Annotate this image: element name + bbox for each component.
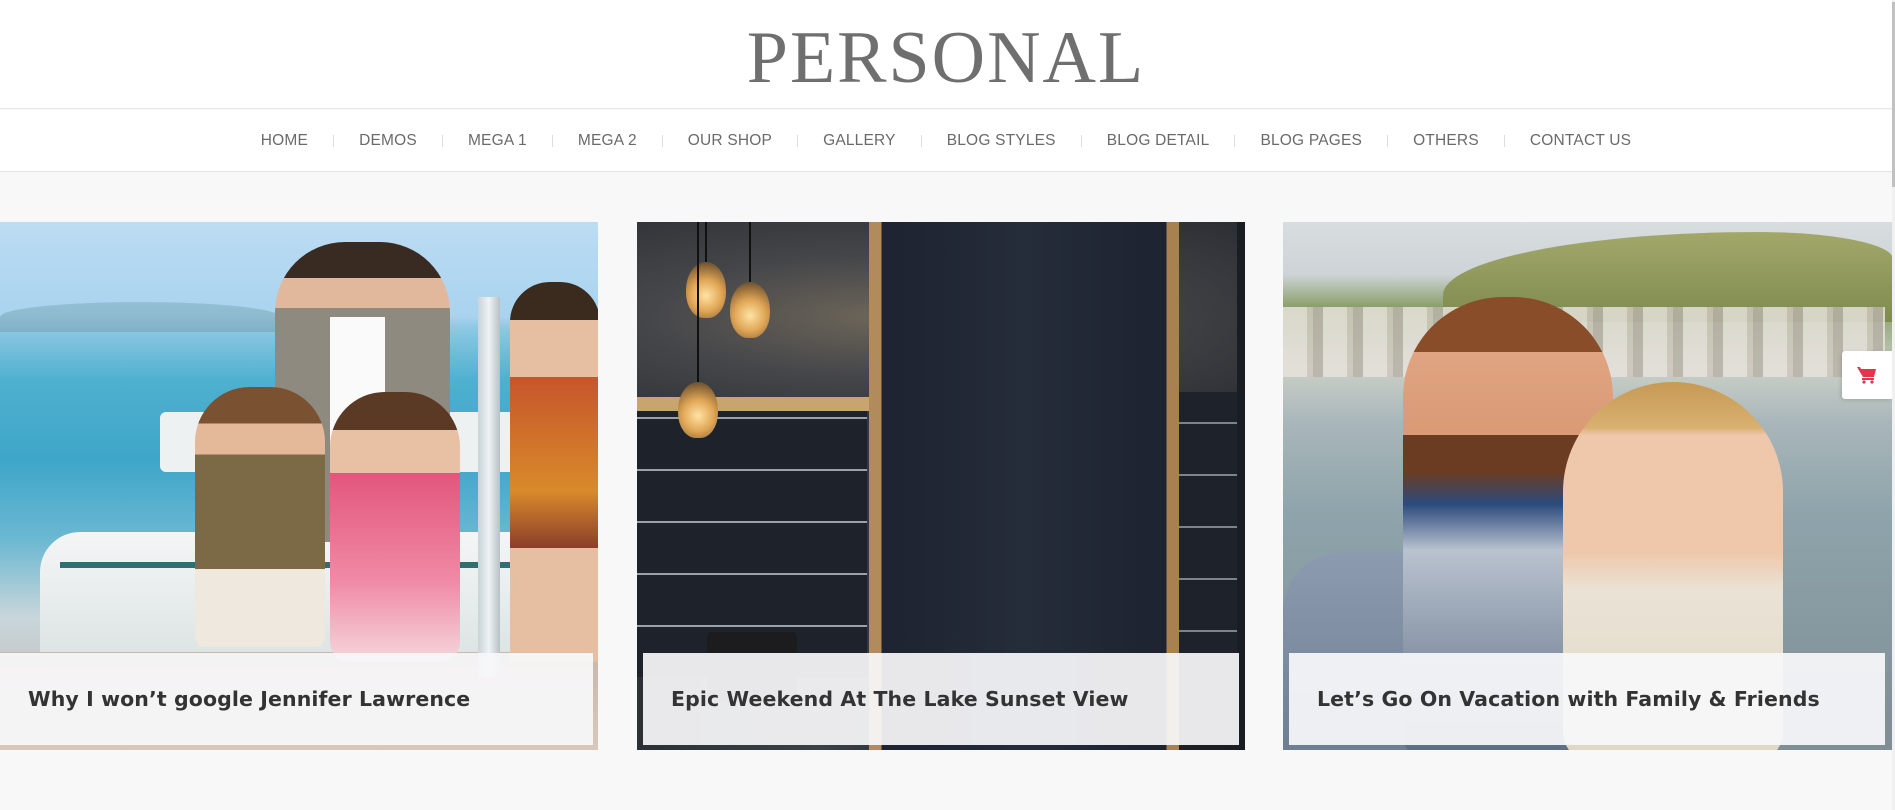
nav-item-gallery[interactable]: GALLERY: [798, 132, 921, 150]
nav-item-contact-us[interactable]: CONTACT US: [1505, 132, 1656, 150]
cart-button[interactable]: [1842, 351, 1892, 399]
card-caption: Why I won’t google Jennifer Lawrence: [0, 653, 593, 745]
nav-item-demos[interactable]: DEMOS: [334, 132, 442, 150]
slider-card[interactable]: Let’s Go On Vacation with Family & Frien…: [1283, 222, 1892, 750]
nav-item-mega-1[interactable]: MEGA 1: [443, 132, 552, 150]
nav-item-mega-2[interactable]: MEGA 2: [553, 132, 662, 150]
card-title[interactable]: Let’s Go On Vacation with Family & Frien…: [1317, 687, 1820, 711]
nav-item-blog-styles[interactable]: BLOG STYLES: [922, 132, 1081, 150]
card-title[interactable]: Why I won’t google Jennifer Lawrence: [28, 687, 470, 711]
card-caption: Epic Weekend At The Lake Sunset View: [643, 653, 1239, 745]
shopping-cart-icon: [1857, 367, 1876, 384]
nav-item-our-shop[interactable]: OUR SHOP: [663, 132, 797, 150]
nav-item-blog-detail[interactable]: BLOG DETAIL: [1082, 132, 1235, 150]
slider-card[interactable]: Epic Weekend At The Lake Sunset View: [637, 222, 1245, 750]
nav-item-home[interactable]: HOME: [236, 132, 333, 150]
site-header: PERSONAL: [0, 0, 1892, 109]
slider-card[interactable]: Why I won’t google Jennifer Lawrence: [0, 222, 598, 750]
nav-item-others[interactable]: OTHERS: [1388, 132, 1504, 150]
nav-item-blog-pages[interactable]: BLOG PAGES: [1235, 132, 1387, 150]
card-caption: Let’s Go On Vacation with Family & Frien…: [1289, 653, 1885, 745]
main-nav: HOME DEMOS MEGA 1 MEGA 2 OUR SHOP GALLER…: [0, 110, 1892, 172]
site-logo[interactable]: PERSONAL: [0, 18, 1892, 98]
card-title[interactable]: Epic Weekend At The Lake Sunset View: [671, 687, 1128, 711]
